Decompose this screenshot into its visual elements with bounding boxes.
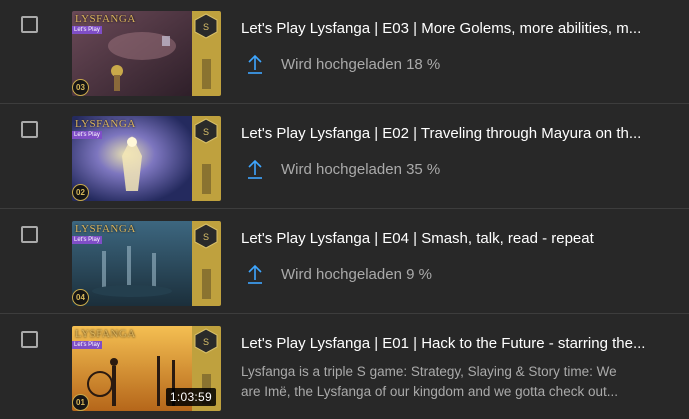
row-checkbox[interactable] (21, 16, 38, 33)
video-row[interactable]: LYSFANGA Let's Play S 02 Let's Play Lysf… (0, 105, 689, 209)
upload-arrow-icon (248, 264, 262, 284)
upload-arrow-icon (248, 159, 262, 179)
channel-logo-strip: S (192, 221, 221, 306)
thumbnail-tag: Let's Play (72, 131, 102, 139)
row-checkbox[interactable] (21, 331, 38, 348)
episode-badge: 04 (72, 289, 89, 306)
episode-badge: 03 (72, 79, 89, 96)
hexagon-logo-icon: S (194, 223, 218, 299)
upload-arrow-icon (248, 54, 262, 74)
thumbnail-title: LYSFANGA (75, 328, 136, 340)
row-checkbox[interactable] (21, 226, 38, 243)
upload-list: LYSFANGA Let's Play S 03 Let's Play Lysf… (0, 0, 689, 419)
video-thumbnail[interactable]: LYSFANGA Let's Play S 04 (72, 221, 221, 306)
video-row[interactable]: LYSFANGA Let's Play S 03 Let's Play Lysf… (0, 0, 689, 104)
channel-logo-strip: S (192, 11, 221, 96)
upload-status-text: Wird hochgeladen 18 % (281, 55, 441, 73)
svg-text:S: S (203, 337, 209, 347)
hexagon-logo-icon: S (194, 118, 218, 194)
thumbnail-tag: Let's Play (72, 341, 102, 349)
thumbnail-tag: Let's Play (72, 236, 102, 244)
svg-text:S: S (203, 127, 209, 137)
video-row[interactable]: LYSFANGA Let's Play S 04 Let's Play Lysf… (0, 210, 689, 314)
channel-logo-strip: S (192, 116, 221, 201)
video-title[interactable]: Let's Play Lysfanga | E01 | Hack to the … (241, 335, 669, 352)
duration-badge: 1:03:59 (165, 388, 216, 406)
video-thumbnail[interactable]: LYSFANGA Let's Play S 01 1:03:59 (72, 326, 221, 411)
video-title[interactable]: Let's Play Lysfanga | E03 | More Golems,… (241, 20, 669, 37)
thumbnail-title: LYSFANGA (75, 13, 136, 25)
upload-status-text: Wird hochgeladen 35 % (281, 160, 441, 178)
hexagon-logo-icon: S (194, 13, 218, 89)
thumbnail-tag: Let's Play (72, 26, 102, 34)
video-description: Lysfanga is a triple S game: Strategy, S… (241, 362, 671, 402)
row-checkbox[interactable] (21, 121, 38, 138)
thumbnail-title: LYSFANGA (75, 118, 136, 130)
episode-badge: 01 (72, 394, 89, 411)
upload-status: Wird hochgeladen 9 % (247, 264, 432, 284)
episode-badge: 02 (72, 184, 89, 201)
svg-text:S: S (203, 232, 209, 242)
upload-status-text: Wird hochgeladen 9 % (281, 265, 432, 283)
svg-text:S: S (203, 22, 209, 32)
upload-status: Wird hochgeladen 18 % (247, 54, 440, 74)
upload-status: Wird hochgeladen 35 % (247, 159, 440, 179)
description-line: Lysfanga is a triple S game: Strategy, S… (241, 364, 617, 379)
video-title[interactable]: Let's Play Lysfanga | E04 | Smash, talk,… (241, 230, 669, 247)
description-line: are Imë, the Lysfanga of our kingdom and… (241, 384, 618, 399)
video-thumbnail[interactable]: LYSFANGA Let's Play S 03 (72, 11, 221, 96)
thumbnail-title: LYSFANGA (75, 223, 136, 235)
video-row[interactable]: LYSFANGA Let's Play S 01 1:03:59 Let's P… (0, 315, 689, 419)
video-title[interactable]: Let's Play Lysfanga | E02 | Traveling th… (241, 125, 669, 142)
video-thumbnail[interactable]: LYSFANGA Let's Play S 02 (72, 116, 221, 201)
